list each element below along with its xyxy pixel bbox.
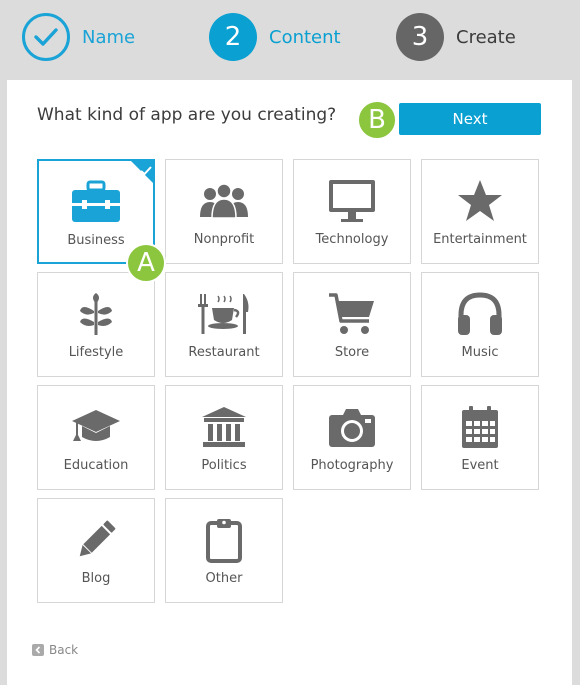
clipboard-icon <box>194 517 254 563</box>
back-link[interactable]: Back <box>32 643 78 657</box>
dining-icon <box>194 291 254 337</box>
briefcase-icon <box>66 179 126 225</box>
step-number: 2 <box>209 13 257 61</box>
step-number: 3 <box>396 13 444 61</box>
content-card: What kind of app are you creating? B Nex… <box>7 80 572 685</box>
category-label: Music <box>461 345 499 360</box>
category-label: Business <box>67 233 125 248</box>
calendar-icon <box>450 404 510 450</box>
category-tile-music[interactable]: Music <box>421 272 539 377</box>
monitor-icon <box>322 178 382 224</box>
check-circle-icon <box>22 13 70 61</box>
headphones-icon <box>450 291 510 337</box>
category-label: Technology <box>315 232 389 247</box>
pencil-icon <box>66 517 126 563</box>
cart-icon <box>322 291 382 337</box>
category-tile-event[interactable]: Event <box>421 385 539 490</box>
badge-a: A <box>126 243 166 283</box>
step-content[interactable]: 2 Content <box>209 13 341 61</box>
back-label: Back <box>49 643 79 657</box>
category-label: Lifestyle <box>68 345 124 360</box>
page-question: What kind of app are you creating? <box>37 105 337 125</box>
category-tile-store[interactable]: Store <box>293 272 411 377</box>
step-label: Name <box>82 26 136 48</box>
back-arrow-icon <box>32 644 44 656</box>
category-tile-nonprofit[interactable]: Nonprofit <box>165 159 283 264</box>
building-icon <box>194 404 254 450</box>
badge-b: B <box>357 100 397 140</box>
category-tile-lifestyle[interactable]: Lifestyle <box>37 272 155 377</box>
people-icon <box>194 178 254 224</box>
graduation-cap-icon <box>66 404 126 450</box>
checkmark-icon <box>140 161 152 180</box>
category-label: Entertainment <box>433 232 527 247</box>
category-tile-blog[interactable]: Blog <box>37 498 155 603</box>
step-label: Content <box>269 26 341 48</box>
category-tile-restaurant[interactable]: Restaurant <box>165 272 283 377</box>
category-label: Blog <box>81 571 111 586</box>
category-tile-entertainment[interactable]: Entertainment <box>421 159 539 264</box>
category-label: Restaurant <box>188 345 260 360</box>
category-label: Politics <box>201 458 247 473</box>
star-icon <box>450 178 510 224</box>
category-tile-photography[interactable]: Photography <box>293 385 411 490</box>
camera-icon <box>322 404 382 450</box>
plant-icon <box>66 291 126 337</box>
next-button[interactable]: Next <box>399 103 541 135</box>
wizard-stepper: Name 2 Content 3 Create <box>0 0 580 75</box>
step-create[interactable]: 3 Create <box>396 13 516 61</box>
step-name[interactable]: Name <box>22 13 135 61</box>
step-label: Create <box>456 26 516 48</box>
category-label: Event <box>461 458 499 473</box>
category-label: Nonprofit <box>193 232 255 247</box>
category-label: Photography <box>310 458 394 473</box>
category-tile-other[interactable]: Other <box>165 498 283 603</box>
category-label: Other <box>205 571 243 586</box>
category-tile-education[interactable]: Education <box>37 385 155 490</box>
category-label: Education <box>63 458 129 473</box>
category-tile-politics[interactable]: Politics <box>165 385 283 490</box>
category-label: Store <box>334 345 370 360</box>
category-tile-technology[interactable]: Technology <box>293 159 411 264</box>
